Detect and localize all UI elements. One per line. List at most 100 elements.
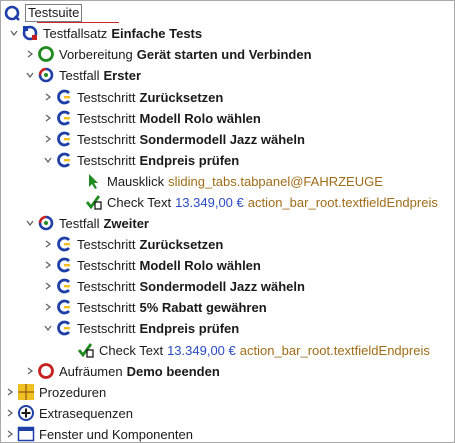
- teststep-icon: [57, 110, 71, 126]
- tree-node-testcase-erster[interactable]: Testfall Erster: [23, 65, 141, 85]
- cleanup-prefix: Aufräumen: [59, 363, 123, 379]
- windows-components-icon: [17, 426, 35, 442]
- teststep-icon: [57, 152, 71, 168]
- testcase-icon: [38, 215, 54, 231]
- check-prefix: Check Text: [107, 194, 172, 210]
- teststep-name: Modell Rolo wählen: [139, 110, 261, 126]
- teststep-name: Sondermodell Jazz wäheln: [139, 278, 305, 294]
- tree-node-procedures[interactable]: Prozeduren: [3, 382, 106, 402]
- tree-node-testset[interactable]: Testfallsatz Einfache Tests: [7, 23, 202, 43]
- tree-node-check-text[interactable]: Check Text 13.349,00 € action_bar_root.t…: [77, 340, 430, 360]
- chevron-right-icon[interactable]: [41, 234, 55, 254]
- check-prefix: Check Text: [99, 342, 164, 358]
- tree-node-teststep[interactable]: Testschritt Zurücksetzen: [41, 87, 223, 107]
- testsuite-icon: [4, 5, 20, 21]
- teststep-name: Sondermodell Jazz wäheln: [139, 131, 305, 147]
- testcase-icon: [38, 67, 54, 83]
- teststep-prefix: Testschritt: [77, 131, 136, 147]
- chevron-right-icon[interactable]: [3, 382, 17, 402]
- procedures-label: Prozeduren: [39, 384, 107, 400]
- teststep-prefix: Testschritt: [77, 236, 136, 252]
- check-value: 13.349,00 €: [175, 194, 244, 210]
- chevron-right-icon[interactable]: [23, 44, 37, 64]
- setup-prefix: Vorbereitung: [59, 46, 133, 62]
- teststep-name: 5% Rabatt gewähren: [139, 299, 267, 315]
- chevron-right-icon[interactable]: [3, 424, 17, 442]
- chevron-down-icon[interactable]: [7, 23, 21, 43]
- tree-node-teststep[interactable]: Testschritt Sondermodell Jazz wäheln: [41, 276, 305, 296]
- tree-node-teststep[interactable]: Testschritt Zurücksetzen: [41, 234, 223, 254]
- teststep-icon: [57, 299, 71, 315]
- testcase-name: Erster: [103, 67, 142, 83]
- cleanup-icon: [38, 363, 54, 379]
- testcase-prefix: Testfall: [59, 215, 100, 231]
- procedures-icon: [18, 384, 34, 400]
- teststep-prefix: Testschritt: [77, 278, 136, 294]
- teststep-name: Modell Rolo wählen: [139, 257, 261, 273]
- setup-name: Gerät starten und Verbinden: [136, 46, 312, 62]
- chevron-right-icon[interactable]: [41, 129, 55, 149]
- chevron-down-icon[interactable]: [23, 213, 37, 233]
- tree-node-teststep[interactable]: Testschritt Modell Rolo wählen: [41, 255, 261, 275]
- tree-node-teststep[interactable]: Testschritt Endpreis prüfen: [41, 150, 239, 170]
- tree-node-testsuite[interactable]: Testsuite: [3, 3, 83, 23]
- check-target: action_bar_root.textfieldEndpreis: [247, 194, 438, 210]
- teststep-icon: [57, 131, 71, 147]
- mouseclick-target: sliding_tabs.tabpanel@FAHRZEUGE: [168, 173, 383, 189]
- chevron-right-icon[interactable]: [23, 361, 37, 381]
- chevron-right-icon[interactable]: [41, 108, 55, 128]
- testcase-name: Zweiter: [103, 215, 149, 231]
- testset-prefix: Testfallsatz: [43, 25, 108, 41]
- cleanup-name: Demo beenden: [126, 363, 220, 379]
- check-text-icon: [77, 343, 94, 358]
- teststep-name: Endpreis prüfen: [139, 320, 240, 336]
- testcase-prefix: Testfall: [59, 67, 100, 83]
- tree-node-teststep[interactable]: Testschritt Endpreis prüfen: [41, 318, 239, 338]
- teststep-prefix: Testschritt: [77, 89, 136, 105]
- chevron-right-icon[interactable]: [3, 403, 17, 423]
- chevron-down-icon[interactable]: [41, 150, 55, 170]
- chevron-right-icon[interactable]: [41, 87, 55, 107]
- mouseclick-prefix: Mausklick: [107, 173, 165, 189]
- teststep-icon: [57, 278, 71, 294]
- extras-icon: [18, 405, 34, 421]
- testset-icon: [22, 25, 38, 41]
- teststep-name: Zurücksetzen: [139, 89, 224, 105]
- mouse-click-icon: [89, 174, 98, 189]
- tree-node-teststep[interactable]: Testschritt Modell Rolo wählen: [41, 108, 261, 128]
- setup-icon: [38, 46, 54, 62]
- tree-node-windows[interactable]: Fenster und Komponenten: [3, 424, 193, 442]
- tree-node-teststep[interactable]: Testschritt 5% Rabatt gewähren: [41, 297, 267, 317]
- check-value: 13.349,00 €: [167, 342, 236, 358]
- tree-node-mouseclick[interactable]: Mausklick sliding_tabs.tabpanel@FAHRZEUG…: [85, 171, 383, 191]
- teststep-name: Endpreis prüfen: [139, 152, 240, 168]
- tree-node-extras[interactable]: Extrasequenzen: [3, 403, 133, 423]
- tree-node-setup[interactable]: Vorbereitung Gerät starten und Verbinden: [23, 44, 312, 64]
- teststep-prefix: Testschritt: [77, 257, 136, 273]
- chevron-right-icon[interactable]: [41, 255, 55, 275]
- teststep-prefix: Testschritt: [77, 320, 136, 336]
- chevron-right-icon[interactable]: [41, 297, 55, 317]
- testsuite-label: Testsuite: [25, 4, 83, 22]
- extras-label: Extrasequenzen: [39, 405, 133, 421]
- tree-node-cleanup[interactable]: Aufräumen Demo beenden: [23, 361, 220, 381]
- check-text-icon: [85, 195, 102, 210]
- chevron-down-icon[interactable]: [41, 318, 55, 338]
- teststep-icon: [57, 320, 71, 336]
- teststep-icon: [57, 89, 71, 105]
- teststep-prefix: Testschritt: [77, 110, 136, 126]
- windows-label: Fenster und Komponenten: [39, 426, 193, 442]
- chevron-down-icon[interactable]: [23, 65, 37, 85]
- tree-node-check-text[interactable]: Check Text 13.349,00 € action_bar_root.t…: [85, 192, 438, 212]
- teststep-prefix: Testschritt: [77, 299, 136, 315]
- tree-node-teststep[interactable]: Testschritt Sondermodell Jazz wäheln: [41, 129, 305, 149]
- check-target: action_bar_root.textfieldEndpreis: [239, 342, 430, 358]
- teststep-icon: [57, 257, 71, 273]
- teststep-name: Zurücksetzen: [139, 236, 224, 252]
- test-tree: Testsuite Testfallsatz Einfache Tests Vo…: [0, 0, 455, 443]
- teststep-icon: [57, 236, 71, 252]
- teststep-prefix: Testschritt: [77, 152, 136, 168]
- chevron-right-icon[interactable]: [41, 276, 55, 296]
- testset-name: Einfache Tests: [111, 25, 203, 41]
- tree-node-testcase-zweiter[interactable]: Testfall Zweiter: [23, 213, 149, 233]
